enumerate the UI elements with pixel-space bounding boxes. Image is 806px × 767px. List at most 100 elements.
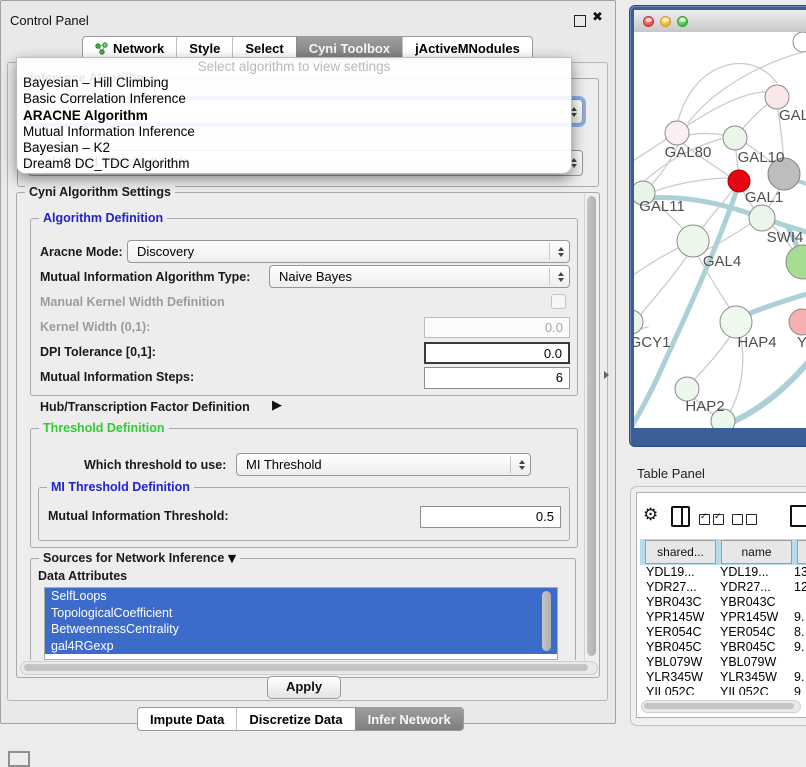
table-panel-title: Table Panel (637, 466, 705, 481)
manual-kernel-label: Manual Kernel Width Definition (40, 295, 225, 309)
algorithm-popup-prompt: Select algorithm to view settings (17, 58, 571, 75)
table-cell: 13 (794, 565, 806, 580)
column-header-name[interactable]: name (721, 540, 792, 564)
table-cell: YDR27... (720, 580, 771, 595)
settings-vertical-scrollbar[interactable] (584, 194, 598, 672)
algorithm-option-aracne-algorithm[interactable]: ARACNE Algorithm (17, 108, 571, 124)
select-all-columns-icon[interactable] (699, 512, 727, 530)
algorithm-option-bayesian-hill-climbing[interactable]: Bayesian – Hill Climbing (17, 75, 571, 91)
which-threshold-combobox[interactable]: MI Threshold (236, 453, 531, 476)
network-node-y[interactable] (789, 309, 806, 335)
sources-title: Sources for Network Inference ▼ (39, 551, 240, 565)
close-icon[interactable]: ✖ (592, 10, 603, 25)
table-row[interactable]: YIL052CYIL052C9 (640, 685, 806, 695)
table-row[interactable]: YDL19...YDL19...13 (640, 565, 806, 580)
table-cell: YBR045C (720, 640, 776, 655)
network-node[interactable] (793, 32, 806, 52)
mi-type-value: Naive Bayes (279, 269, 352, 284)
hub-definition-label: Hub/Transcription Factor Definition (40, 400, 250, 414)
column-header-a[interactable]: A (797, 540, 806, 564)
attribute-item[interactable]: TopologicalCoefficient (45, 605, 557, 622)
network-node-gal80[interactable] (665, 121, 689, 145)
float-window-icon[interactable] (574, 15, 586, 27)
tab-jactivemnodules[interactable]: jActiveMNodules (402, 37, 532, 59)
algorithm-popup-items: Bayesian – Hill ClimbingBasic Correlatio… (17, 75, 571, 173)
splitpane-handle-icon[interactable] (604, 371, 609, 379)
table-row[interactable]: YER054CYER054C8. (640, 625, 806, 640)
network-node-gal[interactable] (765, 85, 789, 109)
table-cell: YDL19... (646, 565, 695, 580)
network-node-label: SWI4 (767, 229, 804, 246)
algorithm-option-dream8-dc-tdc-algorithm[interactable]: Dream8 DC_TDC Algorithm (17, 156, 571, 172)
algorithm-option-bayesian-k2[interactable]: Bayesian – K2 (17, 140, 571, 156)
unselect-all-columns-icon[interactable] (732, 512, 760, 530)
table-row[interactable]: YPR145WYPR145W9. (640, 610, 806, 625)
threshold-definition-title: Threshold Definition (39, 421, 169, 435)
network-node-label: HAP2 (685, 398, 724, 415)
attribute-item[interactable]: gal4RGexp (45, 638, 557, 655)
settings-horizontal-scrollbar[interactable] (20, 661, 598, 675)
column-header-shared-[interactable]: shared... (645, 540, 716, 564)
kernel-width-field: 0.0 (424, 317, 570, 338)
cyni-settings-title: Cyni Algorithm Settings (25, 185, 175, 199)
table-cell: YIL052C (720, 685, 769, 695)
tab-label: Cyni Toolbox (309, 41, 390, 56)
network-edge (693, 335, 731, 381)
data-attributes-list[interactable]: SelfLoopsTopologicalCoefficientBetweenne… (44, 587, 558, 660)
data-attributes-label: Data Attributes (38, 569, 127, 583)
table-cell: YBR043C (720, 595, 776, 610)
table-row[interactable]: YLR345WYLR345W9. (640, 670, 806, 685)
algorithm-option-mutual-information-inference[interactable]: Mutual Information Inference (17, 124, 571, 140)
algorithm-option-basic-correlation-inference[interactable]: Basic Correlation Inference (17, 91, 571, 107)
tab-network[interactable]: Network (83, 37, 176, 59)
network-node-label: GAL11 (639, 198, 685, 215)
network-node-gal10[interactable] (723, 126, 747, 150)
network-canvas[interactable]: GALGAL80GAL10GAL1SWI4GAL11GAL4GCY1HAP4YH… (634, 32, 806, 428)
algorithm-definition-title: Algorithm Definition (39, 211, 167, 225)
mac-minimize-icon[interactable] (660, 16, 671, 27)
tab-style[interactable]: Style (176, 37, 232, 59)
mac-zoom-icon[interactable] (677, 16, 688, 27)
mi-threshold-field[interactable]: 0.5 (420, 506, 561, 528)
mi-type-combobox[interactable]: Naive Bayes (269, 265, 570, 288)
mac-close-icon[interactable] (643, 16, 654, 27)
attribute-item[interactable]: SelfLoops (45, 588, 557, 605)
table-header-row[interactable]: shared...nameA (640, 539, 806, 565)
table-cell: YER054C (720, 625, 776, 640)
which-threshold-value: MI Threshold (246, 457, 322, 472)
network-node-label: GAL1 (745, 189, 783, 206)
attributes-list-scrollbar[interactable] (542, 591, 551, 651)
tab-impute-data[interactable]: Impute Data (138, 708, 236, 730)
dpi-tolerance-field[interactable]: 0.0 (424, 342, 570, 364)
tab-discretize-data[interactable]: Discretize Data (236, 708, 354, 730)
aracne-mode-combobox[interactable]: Discovery (127, 240, 570, 263)
sources-collapse-icon[interactable]: ▼ (228, 552, 236, 565)
table-row[interactable]: YBR043CYBR043C (640, 595, 806, 610)
manual-kernel-checkbox[interactable] (551, 294, 566, 309)
algorithm-dropdown-popup: Select algorithm to view settings Bayesi… (16, 57, 572, 174)
table-row[interactable]: YDR27...YDR27...12 (640, 580, 806, 595)
tab-select[interactable]: Select (232, 37, 295, 59)
tab-label: Impute Data (150, 712, 224, 727)
tab-label: Network (113, 41, 164, 56)
export-table-icon[interactable] (790, 505, 806, 527)
attribute-item[interactable]: BetweennessCentrality (45, 621, 557, 638)
aracne-mode-value: Discovery (137, 244, 194, 259)
table-cell: 8. (794, 625, 804, 640)
network-node-label: HAP4 (737, 334, 776, 351)
table-row[interactable]: YBR045CYBR045C9. (640, 640, 806, 655)
tab-infer-network[interactable]: Infer Network (355, 708, 463, 730)
tab-cyni-toolbox[interactable]: Cyni Toolbox (296, 37, 402, 59)
table-horizontal-scrollbar[interactable] (641, 700, 801, 713)
apply-button[interactable]: Apply (267, 676, 341, 699)
mi-steps-field[interactable]: 6 (424, 367, 570, 389)
gear-icon[interactable]: ⚙ (643, 505, 658, 525)
split-columns-icon[interactable] (671, 506, 690, 527)
minimized-panel-icon[interactable] (8, 751, 30, 767)
network-node-swi4[interactable] (749, 205, 775, 231)
hub-expand-icon[interactable]: ▶ (272, 398, 282, 413)
network-node[interactable] (786, 245, 806, 279)
mi-threshold-title: MI Threshold Definition (47, 480, 194, 494)
table-row[interactable]: YBL079WYBL079W (640, 655, 806, 670)
combo-arrows-icon (519, 454, 525, 475)
